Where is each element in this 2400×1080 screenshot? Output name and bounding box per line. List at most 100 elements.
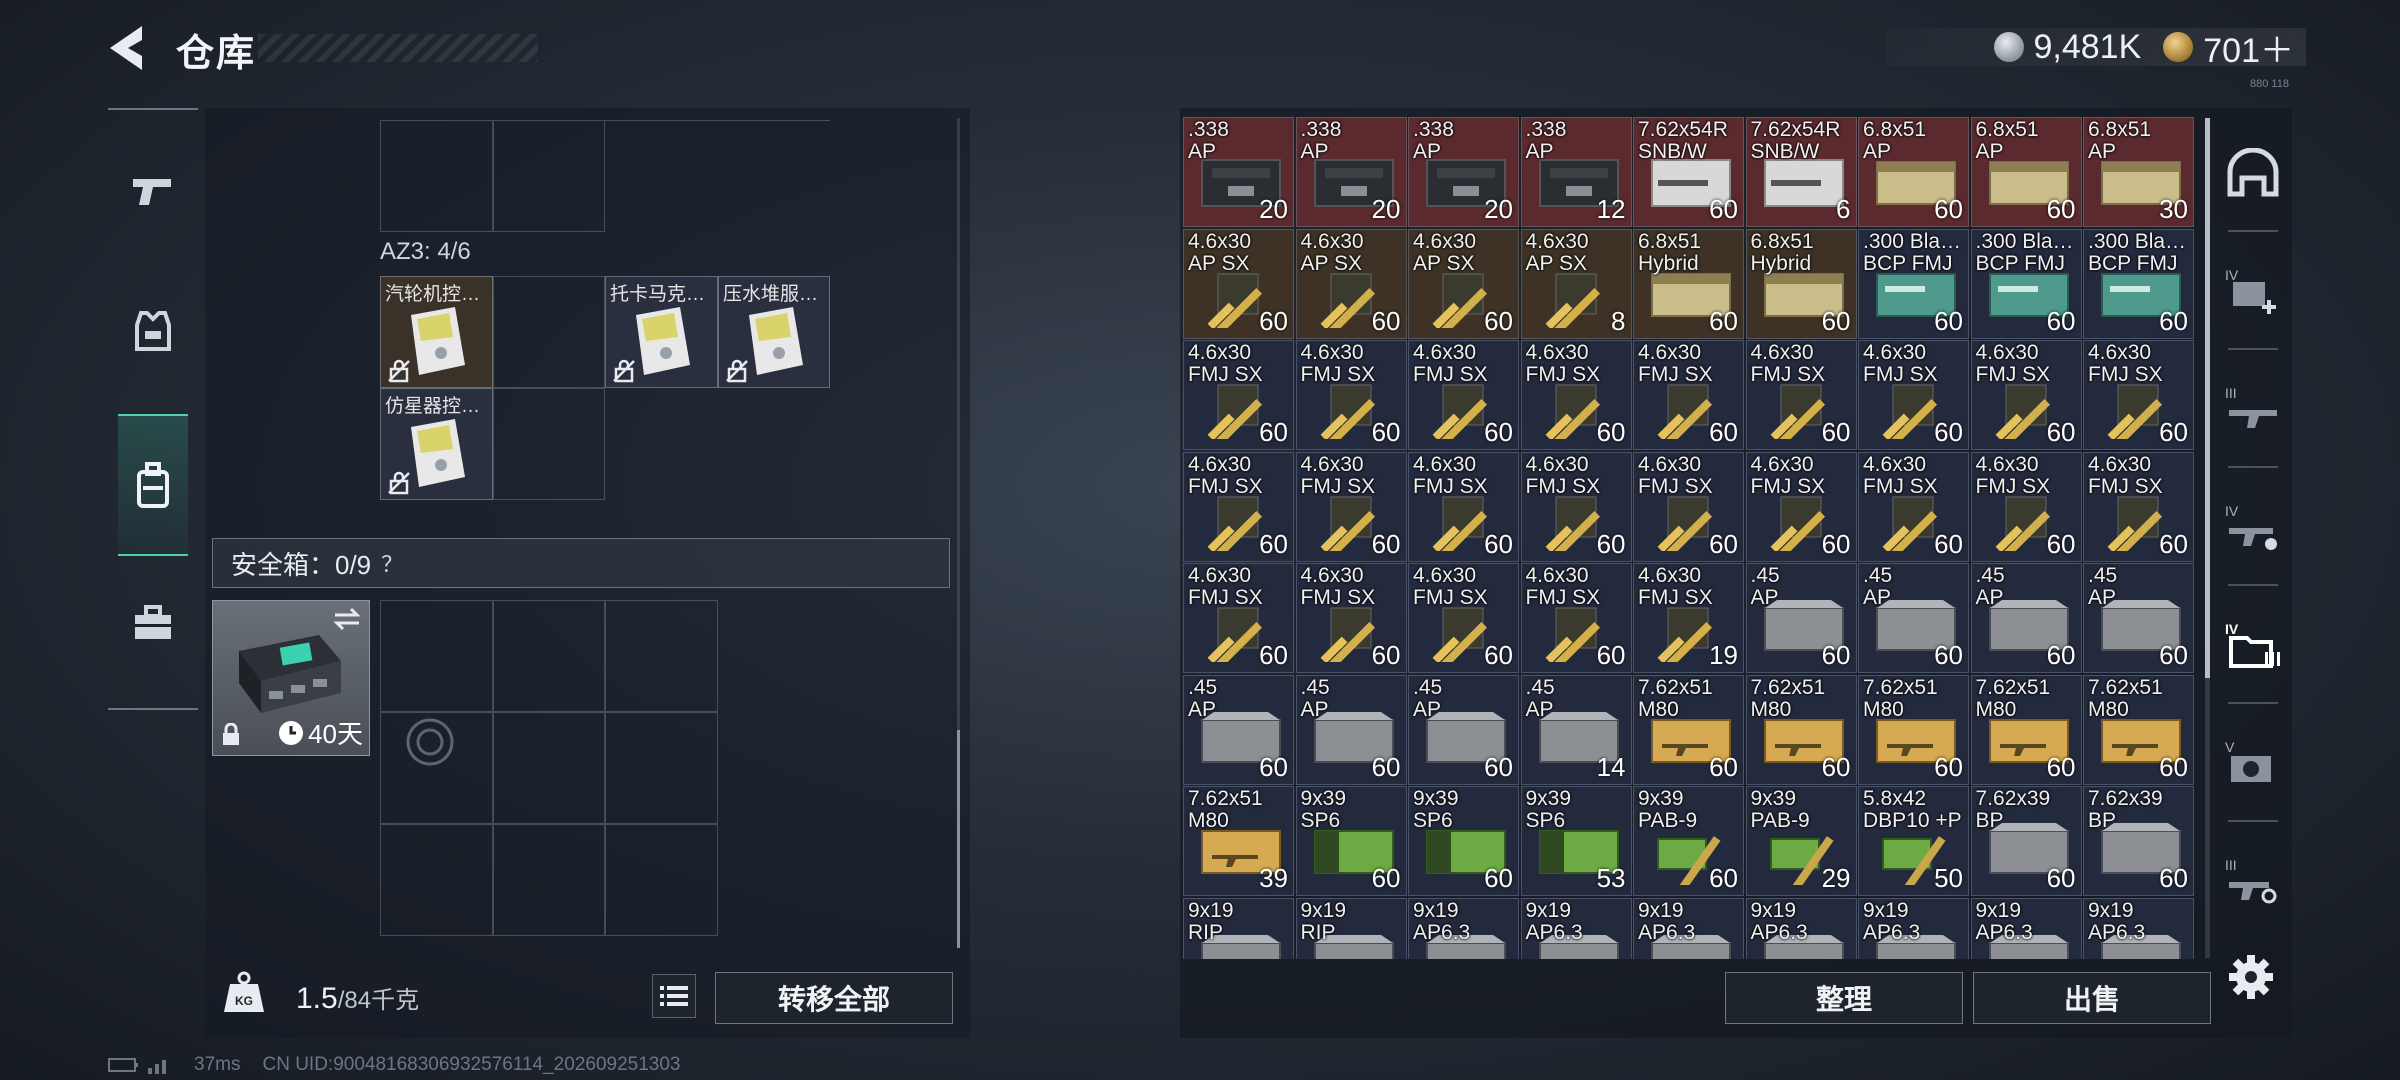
nav-item-weapons[interactable] [118, 156, 188, 226]
stash-item-cell[interactable]: 7.62x51 M80 60 [1858, 674, 1969, 785]
grid-slot[interactable] [493, 388, 605, 500]
stash-item-cell[interactable]: 7.62x51 M80 60 [1745, 674, 1857, 785]
tab-iv-settings[interactable]: IV [2218, 492, 2288, 562]
stash-item-cell[interactable]: .45 AP 60 [2083, 563, 2194, 673]
stash-item-cell[interactable]: .45 AP 60 [1970, 563, 2082, 673]
stash-item-cell[interactable]: 4.6x30 FMJ SX 60 [1970, 340, 2082, 450]
stash-item-cell[interactable]: 4.6x30 FMJ SX 19 [1633, 563, 1744, 673]
sell-button[interactable]: 出售 [1973, 972, 2211, 1024]
tab-v-camera[interactable]: V [2218, 728, 2288, 798]
stash-item-cell[interactable]: 9x19 AP6.3 [1408, 897, 1519, 959]
stash-item-cell[interactable]: 9x39 PAB-9 60 [1633, 786, 1744, 896]
stash-item-cell[interactable]: 4.6x30 FMJ SX 60 [2083, 451, 2194, 562]
stash-item-cell[interactable]: 4.6x30 AP SX 60 [1408, 228, 1519, 339]
stash-item-cell[interactable]: .45 AP 60 [1183, 674, 1294, 785]
stash-item-cell[interactable]: 6.8x51 Hybrid 60 [1745, 228, 1857, 339]
stash-item-cell[interactable]: 7.62x39 BP 60 [1970, 786, 2082, 896]
item-slot[interactable]: 仿星器控… [380, 388, 493, 500]
stash-item-cell[interactable]: 4.6x30 FMJ SX 60 [1520, 563, 1632, 673]
nav-item-tools[interactable] [118, 588, 188, 658]
safe-slot[interactable] [493, 600, 605, 712]
stash-item-cell[interactable]: .45 AP 60 [1745, 563, 1857, 673]
stash-item-cell[interactable]: 9x19 AP6.3 [1970, 897, 2082, 959]
stash-item-cell[interactable]: .338 AP 20 [1183, 117, 1294, 227]
stash-item-cell[interactable]: 9x19 AP6.3 [1633, 897, 1744, 959]
stash-item-cell[interactable]: 4.6x30 FMJ SX 60 [1520, 340, 1632, 450]
stash-item-cell[interactable]: 9x19 RIP [1183, 897, 1294, 959]
sort-button[interactable]: 整理 [1725, 972, 1963, 1024]
stash-item-cell[interactable]: 9x19 AP6.3 [1520, 897, 1632, 959]
item-slot[interactable]: 托卡马克… [605, 276, 718, 388]
tab-iii-tool[interactable]: III [2218, 846, 2288, 916]
swap-icon[interactable] [333, 607, 361, 631]
stash-item-cell[interactable]: 6.8x51 AP 60 [1858, 117, 1969, 227]
grid-slot[interactable] [380, 120, 493, 232]
stash-item-cell[interactable]: 9x39 SP6 60 [1295, 786, 1407, 896]
safe-slot[interactable] [605, 712, 718, 824]
stash-item-cell[interactable]: 7.62x51 M80 60 [1633, 674, 1744, 785]
stash-item-cell[interactable]: 7.62x51 M80 60 [2083, 674, 2194, 785]
stash-item-cell[interactable]: 7.62x54R SNB/W 6 [1745, 117, 1857, 227]
stash-item-cell[interactable]: 4.6x30 FMJ SX 60 [1183, 563, 1294, 673]
backpack-scrollbar-thumb[interactable] [957, 730, 960, 948]
stash-item-cell[interactable]: 9x19 AP6.3 [1745, 897, 1857, 959]
stash-item-cell[interactable]: .45 AP 14 [1520, 674, 1632, 785]
stash-item-cell[interactable]: 7.62x54R SNB/W 60 [1633, 117, 1744, 227]
safe-slot[interactable] [493, 712, 605, 824]
stash-item-cell[interactable]: 7.62x39 BP 60 [2083, 786, 2194, 896]
stash-item-cell[interactable]: 6.8x51 AP 30 [2083, 117, 2194, 227]
stash-item-cell[interactable]: 4.6x30 FMJ SX 60 [1970, 451, 2082, 562]
item-slot[interactable]: 汽轮机控… [380, 276, 493, 388]
stash-item-cell[interactable]: .338 AP 20 [1408, 117, 1519, 227]
back-button[interactable] [104, 22, 152, 74]
stash-item-cell[interactable]: 4.6x30 AP SX 60 [1183, 228, 1294, 339]
stash-item-cell[interactable]: 7.62x51 M80 60 [1970, 674, 2082, 785]
tab-iv-folder[interactable]: IV [2218, 610, 2288, 680]
nav-item-armor[interactable] [118, 296, 188, 366]
stash-item-cell[interactable]: 4.6x30 FMJ SX 60 [1408, 451, 1519, 562]
stash-item-cell[interactable]: 7.62x51 M80 39 [1183, 786, 1294, 896]
stash-item-cell[interactable]: 6.8x51 AP 60 [1970, 117, 2082, 227]
grid-slot[interactable] [493, 120, 605, 232]
stash-item-cell[interactable]: .338 AP 20 [1295, 117, 1407, 227]
stash-item-cell[interactable]: .45 AP 60 [1295, 674, 1407, 785]
stash-item-cell[interactable]: 4.6x30 FMJ SX 60 [1183, 340, 1294, 450]
nav-item-backpack[interactable] [118, 414, 188, 556]
gold-amount[interactable]: 701＋ [2203, 23, 2294, 72]
safe-slot[interactable] [605, 824, 718, 936]
stash-item-cell[interactable]: 9x19 AP6.3 [2083, 897, 2194, 959]
tab-iv-plus[interactable]: IV [2218, 256, 2288, 326]
safe-slot[interactable] [493, 824, 605, 936]
stash-item-cell[interactable]: 5.8x42 DBP10 +P 50 [1858, 786, 1969, 896]
tab-iii-rifle[interactable]: III [2218, 374, 2288, 444]
grid-slot[interactable] [493, 276, 605, 388]
stash-item-cell[interactable]: .300 Bla… BCP FMJ 60 [1858, 228, 1969, 339]
help-icon[interactable]: ？ [381, 547, 403, 579]
stash-item-cell[interactable]: 4.6x30 FMJ SX 60 [1183, 451, 1294, 562]
stash-item-cell[interactable]: 4.6x30 FMJ SX 60 [1633, 451, 1744, 562]
stash-scrollbar-thumb[interactable] [2205, 118, 2210, 678]
stash-item-cell[interactable]: 9x19 RIP [1295, 897, 1407, 959]
safe-slot[interactable] [605, 600, 718, 712]
transfer-all-button[interactable]: 转移全部 [715, 972, 953, 1024]
stash-item-cell[interactable]: 9x39 SP6 60 [1408, 786, 1519, 896]
stash-item-cell[interactable]: 9x39 SP6 53 [1520, 786, 1632, 896]
stash-item-cell[interactable]: 4.6x30 FMJ SX 60 [1520, 451, 1632, 562]
stash-item-cell[interactable]: 4.6x30 FMJ SX 60 [1858, 451, 1969, 562]
stash-item-cell[interactable]: .300 Bla… BCP FMJ 60 [1970, 228, 2082, 339]
stash-item-cell[interactable]: 4.6x30 FMJ SX 60 [1745, 340, 1857, 450]
tab-helmet[interactable] [2218, 138, 2288, 208]
stash-item-cell[interactable]: .45 AP 60 [1408, 674, 1519, 785]
stash-item-cell[interactable]: 4.6x30 FMJ SX 60 [1858, 340, 1969, 450]
stash-item-cell[interactable]: 9x39 PAB-9 29 [1745, 786, 1857, 896]
list-view-button[interactable] [652, 974, 696, 1018]
item-slot[interactable]: 压水堆服… [718, 276, 830, 388]
stash-item-cell[interactable]: .338 AP 12 [1520, 117, 1632, 227]
stash-item-cell[interactable]: 4.6x30 FMJ SX 60 [1295, 340, 1407, 450]
stash-item-cell[interactable]: 4.6x30 AP SX 60 [1295, 228, 1407, 339]
stash-item-cell[interactable]: 4.6x30 FMJ SX 60 [1408, 340, 1519, 450]
settings-gear-icon[interactable] [2228, 954, 2274, 1000]
stash-item-cell[interactable]: 9x19 AP6.3 [1858, 897, 1969, 959]
stash-item-cell[interactable]: .45 AP 60 [1858, 563, 1969, 673]
stash-item-cell[interactable]: 4.6x30 FMJ SX 60 [1408, 563, 1519, 673]
